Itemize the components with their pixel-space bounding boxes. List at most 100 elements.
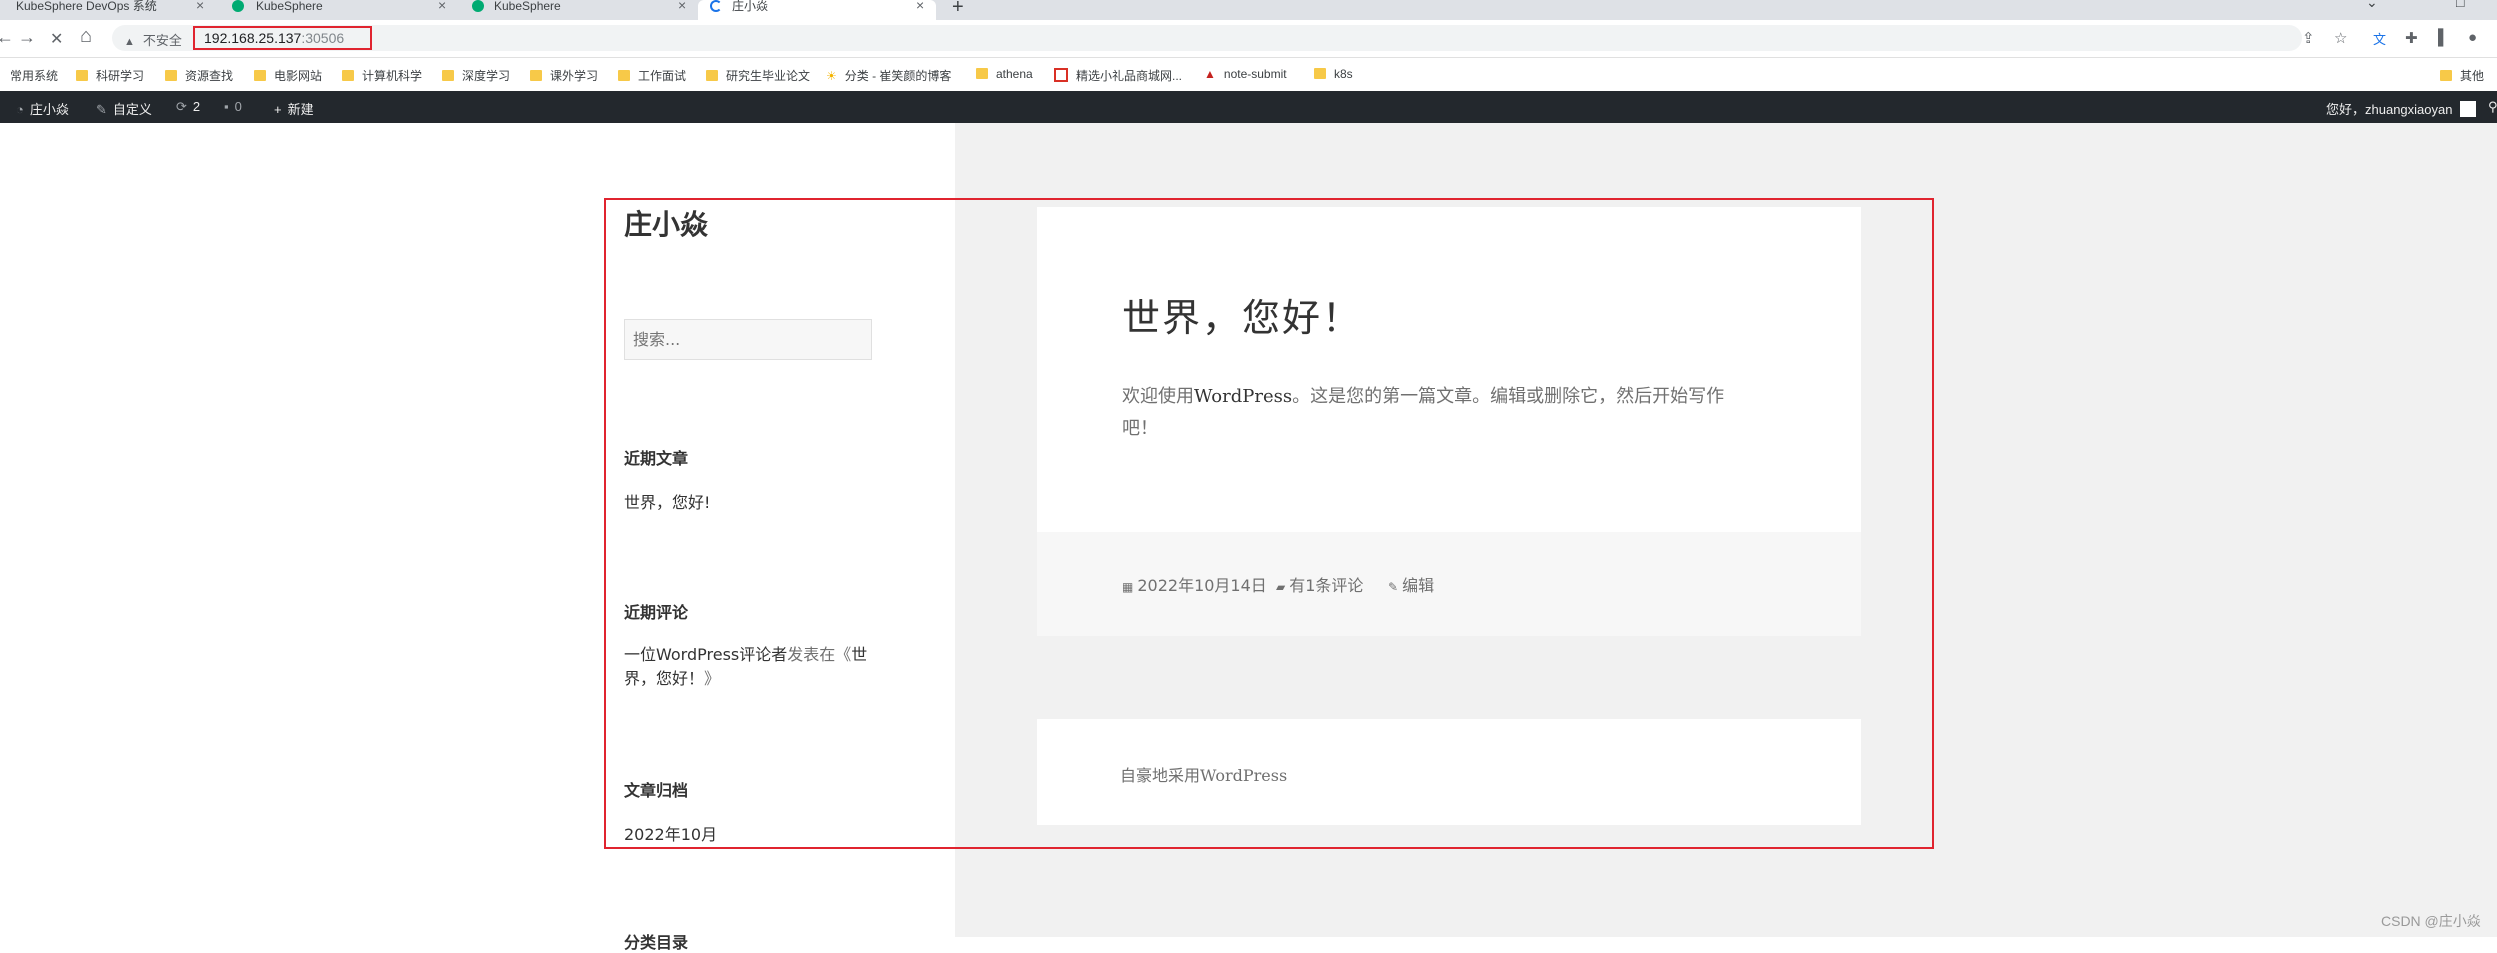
loading-spinner-icon (710, 0, 722, 12)
bookmark-label: 研究生毕业论文 (726, 69, 811, 83)
bookmark-item[interactable]: k8s (1314, 67, 1353, 81)
bookmark-label: 科研学习 (96, 69, 145, 83)
updates-icon: ⟳ (176, 99, 187, 114)
bookmark-item[interactable]: ▲ note-submit (1204, 67, 1287, 81)
forward-icon[interactable]: → (18, 27, 36, 48)
bookmark-item[interactable]: 常用系统 (10, 67, 58, 84)
home-icon[interactable]: ⌂ (80, 25, 92, 48)
address-bar[interactable] (112, 25, 2302, 51)
tab-title: KubeSphere (256, 0, 323, 13)
bookmark-label: 深度学习 (462, 69, 511, 83)
bookmark-label: 课外学习 (550, 69, 599, 83)
bookmark-label: 分类 - 崔笑颜的博客 (844, 69, 952, 83)
bookmark-item[interactable]: 科研学习 (76, 67, 144, 84)
stop-icon[interactable]: ✕ (50, 29, 63, 49)
bookmark-star-icon[interactable]: ☆ (2334, 29, 2347, 47)
tab-title: KubeSphere DevOps 系统 (16, 0, 157, 13)
folder-icon (342, 70, 354, 81)
tab-devops[interactable]: KubeSphere DevOps 系统 × (0, 0, 230, 20)
admin-new-link[interactable]: + 新建 (274, 99, 314, 118)
bookmark-item[interactable]: 计算机科学 (342, 67, 422, 84)
folder-icon (442, 70, 454, 81)
admin-account-link[interactable]: 您好，zhuangxiaoyan (2326, 99, 2477, 118)
bookmark-label: 精选小礼品商城网... (1076, 69, 1183, 83)
warning-icon: ▲ (124, 36, 135, 48)
admin-greeting: 您好，zhuangxiaoyan (2326, 102, 2453, 117)
admin-customize-label: 自定义 (112, 102, 152, 117)
avatar (2460, 101, 2477, 117)
bookmark-item[interactable]: 深度学习 (442, 67, 510, 84)
bookmark-item[interactable]: athena (976, 67, 1033, 81)
watermark: CSDN @庄小焱 (2381, 913, 2481, 929)
back-icon[interactable]: ← (0, 27, 14, 48)
folder-icon (1314, 68, 1326, 79)
folder-icon (165, 70, 177, 81)
page-content: 庄小焱 近期文章 世界，您好! 近期评论 一位WordPress评论者发表在《世… (0, 123, 2497, 952)
close-icon[interactable]: × (196, 0, 204, 13)
admin-updates-link[interactable]: ⟳ 2 (176, 99, 200, 115)
tab-title: KubeSphere (494, 0, 561, 13)
admin-updates-count: 2 (192, 99, 201, 114)
close-icon[interactable]: × (438, 0, 446, 13)
bookmark-label: 电影网站 (274, 69, 323, 83)
tab-kubesphere-2[interactable]: KubeSphere × (462, 0, 696, 20)
kubesphere-icon (232, 0, 244, 12)
folder-icon (254, 70, 266, 81)
dashboard-icon: ◔ (16, 102, 24, 117)
bookmark-label: athena (996, 67, 1033, 81)
highlight-box (604, 198, 1934, 849)
security-label: 不安全 (142, 33, 182, 48)
plus-icon: + (274, 102, 282, 117)
tab-strip: KubeSphere DevOps 系统 × KubeSphere × Kube… (0, 0, 2497, 20)
admin-site-link[interactable]: ◔ 庄小焱 (16, 99, 69, 118)
other-bookmarks[interactable]: 其他 (2440, 67, 2484, 84)
categories-title: 分类目录 (624, 933, 689, 952)
admin-customize-link[interactable]: ✎ 自定义 (96, 99, 152, 118)
folder-icon (706, 70, 718, 81)
restore-icon[interactable]: □ (2456, 0, 2464, 10)
bookmark-item[interactable]: 课外学习 (530, 67, 598, 84)
tab-search-icon[interactable]: ⌄ (2366, 0, 2378, 11)
translate-icon[interactable]: 文 (2373, 29, 2386, 48)
bookmark-label: 其他 (2460, 69, 2485, 83)
folder-icon (2440, 70, 2452, 81)
bookmark-label: k8s (1334, 67, 1353, 81)
folder-icon (976, 68, 988, 79)
bookmark-label: 计算机科学 (362, 69, 423, 83)
url-host: 192.168.25.137 (204, 30, 302, 46)
kubesphere-icon (472, 0, 484, 12)
new-tab-button[interactable]: + (952, 0, 964, 19)
tab-zhuangxiaoyan[interactable]: 庄小焱 × (698, 0, 936, 20)
bookmark-item[interactable]: 电影网站 (254, 67, 322, 84)
extensions-icon[interactable]: ✚ (2405, 29, 2418, 47)
close-icon[interactable]: × (916, 0, 924, 13)
bookmark-item[interactable]: 研究生毕业论文 (706, 67, 810, 84)
share-icon[interactable]: ⇪ (2302, 29, 2315, 47)
profile-icon[interactable]: ● (2468, 29, 2477, 46)
browser-toolbar: ← → ✕ ⌂ ▲ 不安全 192.168.25.137:30506 ⇪ ☆ 文 … (0, 20, 2497, 58)
folder-icon (76, 70, 88, 81)
close-icon[interactable]: × (678, 0, 686, 13)
bookmark-label: 资源查找 (185, 69, 234, 83)
side-panel-icon[interactable]: ▌ (2438, 29, 2449, 46)
admin-new-label: 新建 (287, 102, 314, 117)
note-icon: ▲ (1204, 67, 1216, 81)
wp-admin-bar: ◔ 庄小焱 ✎ 自定义 ⟳ 2 ▪ 0 + 新建 您好，zhuangxiaoyan ⚲ (0, 91, 2497, 123)
admin-site-name: 庄小焱 (29, 102, 69, 117)
bookmarks-bar: 常用系统 科研学习 资源查找 电影网站 计算机科学 深度学习 课外学习 工作面试… (0, 59, 2497, 89)
security-indicator[interactable]: ▲ 不安全 (124, 30, 182, 49)
bookmark-item[interactable]: 资源查找 (165, 67, 233, 84)
url-port: :30506 (301, 30, 345, 46)
bookmark-item[interactable]: 精选小礼品商城网... (1054, 67, 1182, 84)
admin-search-icon[interactable]: ⚲ (2488, 99, 2497, 115)
admin-comments-count: 0 (234, 99, 242, 114)
tab-kubesphere-1[interactable]: KubeSphere × (230, 0, 462, 20)
folder-icon (618, 70, 630, 81)
bookmark-item[interactable]: ☀ 分类 - 崔笑颜的博客 (826, 67, 951, 84)
admin-comments-link[interactable]: ▪ 0 (224, 99, 242, 114)
url-text[interactable]: 192.168.25.137:30506 (193, 26, 372, 50)
sun-icon: ☀ (826, 69, 837, 83)
bookmark-label: note-submit (1223, 67, 1287, 81)
bookmark-item[interactable]: 工作面试 (618, 67, 686, 84)
tab-title: 庄小焱 (732, 0, 769, 13)
